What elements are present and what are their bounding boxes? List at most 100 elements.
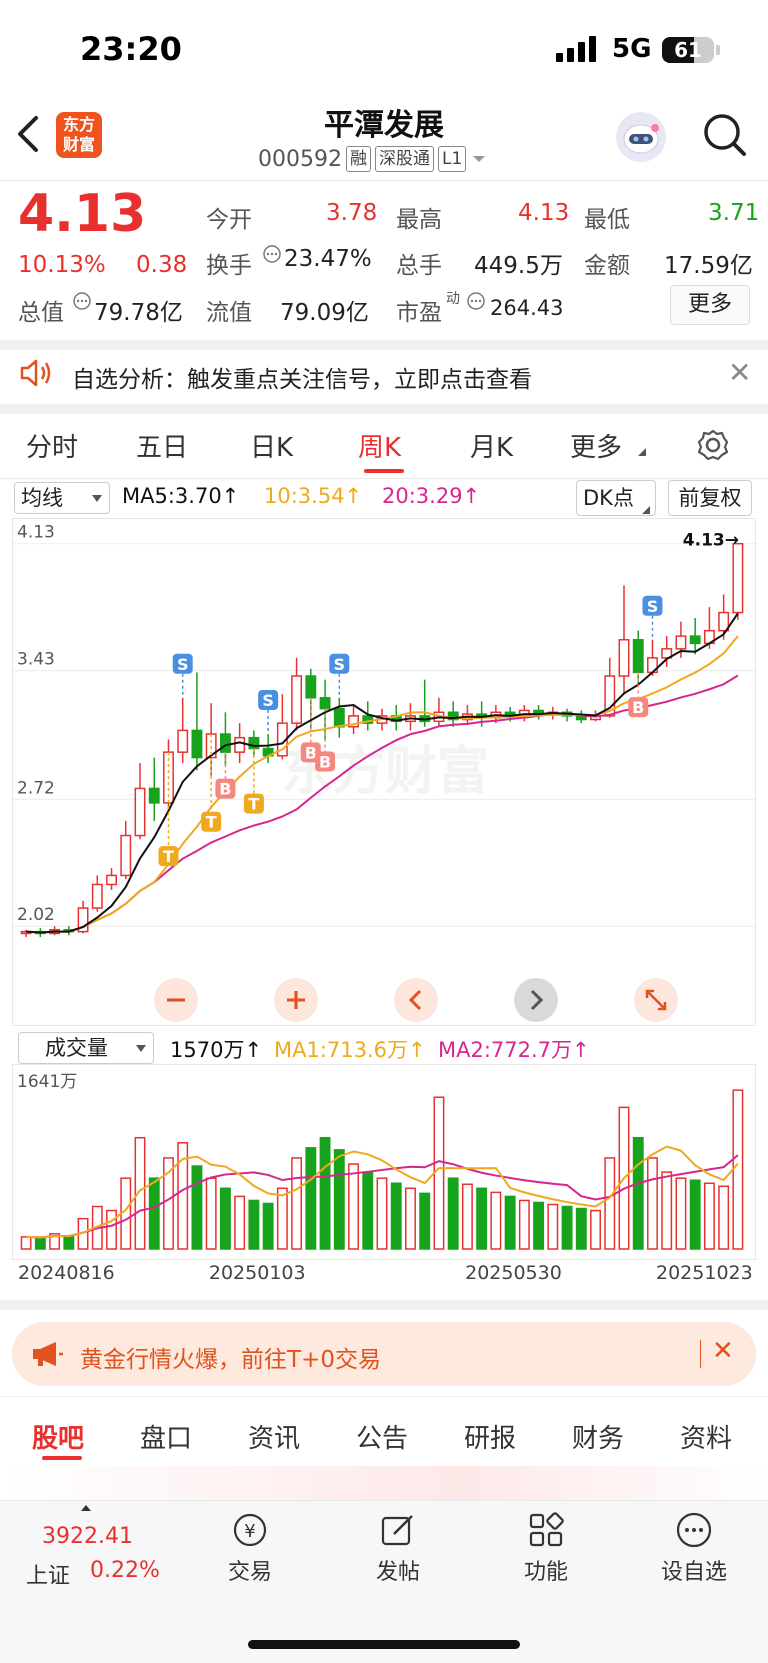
low-value: 3.71 [708, 200, 760, 226]
candle-body [632, 639, 644, 674]
nav-post-label: 发帖 [375, 1560, 420, 1585]
tab-profile[interactable]: 资料 [680, 1418, 732, 1455]
volume-bar [476, 1187, 488, 1250]
volume-bar [148, 1177, 160, 1250]
candle-body [191, 729, 203, 759]
kline-svg: 4.133.432.722.02东方财富STTBSTB BSSB4.13→ [13, 523, 757, 938]
tab-daily[interactable]: 日K [250, 427, 293, 464]
x-tick-label: 20250530 [465, 1262, 562, 1284]
nav-trade[interactable]: ¥ 交易 [205, 1510, 295, 1600]
volume-bar [205, 1177, 217, 1250]
volume-bar [319, 1136, 331, 1250]
nav-watchlist[interactable]: 设自选 [649, 1510, 739, 1600]
candle-body [305, 675, 317, 699]
volume-select[interactable]: 成交量 [18, 1032, 154, 1064]
dk-select[interactable]: DK点 [576, 480, 656, 516]
index-value[interactable]: 3922.41 [42, 1524, 133, 1549]
promo-text: 黄金行情火爆，前往T+0交易 [80, 1347, 381, 1373]
caret-up-icon[interactable] [80, 1504, 92, 1512]
pe-label: 市盈 [396, 300, 442, 326]
tab-finance[interactable]: 财务 [572, 1418, 624, 1455]
search-button[interactable] [700, 110, 748, 162]
fullscreen-button[interactable] [634, 978, 678, 1022]
nav-functions[interactable]: 功能 [501, 1510, 591, 1600]
signal-marker-label: T [206, 813, 217, 832]
high-label: 最高 [396, 207, 442, 233]
tab-five-day[interactable]: 五日 [136, 427, 188, 464]
volume-bar [533, 1201, 545, 1250]
adjust-button[interactable]: 前复权 [668, 480, 752, 516]
x-tick-label: 20251023 [656, 1262, 753, 1284]
volume-bar [504, 1195, 516, 1250]
change-percent: 10.13% [18, 252, 106, 278]
tab-news[interactable]: 资讯 [248, 1418, 300, 1455]
volume-bar [518, 1199, 530, 1250]
tab-intraday[interactable]: 分时 [26, 427, 78, 464]
volume-bar [703, 1182, 715, 1250]
x-tick-label: 20240816 [18, 1262, 115, 1284]
volume-bar [575, 1207, 587, 1250]
open-label: 今开 [206, 207, 252, 233]
volume-bar [191, 1165, 203, 1250]
volume-value: 1570万↑ [170, 1038, 263, 1062]
info-icon[interactable] [262, 244, 282, 264]
info-icon[interactable] [466, 291, 486, 311]
grid-icon [529, 1512, 564, 1547]
amount-label: 金额 [584, 253, 630, 279]
tab-more[interactable]: 更多 [570, 427, 622, 464]
settings-icon[interactable] [696, 428, 730, 462]
volume-chart[interactable]: 1641万 [12, 1064, 756, 1260]
volume-bar [433, 1096, 445, 1250]
candle-body [675, 635, 687, 650]
tab-announcements[interactable]: 公告 [356, 1418, 408, 1455]
tab-monthly[interactable]: 月K [470, 427, 513, 464]
svg-text:¥: ¥ [244, 1521, 255, 1542]
stock-subtitle[interactable]: 000592 融 深股通 L1 [258, 146, 490, 172]
tab-weekly[interactable]: 周K [358, 427, 401, 464]
tab-research[interactable]: 研报 [464, 1418, 516, 1455]
volume-bar [405, 1187, 416, 1250]
volume-bar [490, 1191, 502, 1250]
signal-marker-label: S [647, 597, 659, 616]
ma5-legend: MA5:3.70↑ [122, 484, 240, 508]
close-icon[interactable]: ✕ [728, 356, 751, 389]
y-tick-label: 3.43 [17, 650, 55, 670]
volume-bar [276, 1187, 288, 1250]
close-icon[interactable]: ✕ [712, 1336, 734, 1366]
candle-body [732, 542, 744, 614]
candle-body [120, 834, 132, 877]
volume-bar [647, 1157, 658, 1250]
ma-select[interactable]: 均线 [14, 482, 110, 514]
last-price-label: 4.13→ [683, 531, 739, 551]
alert-message[interactable]: 自选分析：触发重点关注信号，立即点击查看 [72, 360, 532, 394]
trade-icon: ¥ [233, 1513, 267, 1547]
assistant-robot-icon[interactable] [616, 112, 666, 162]
info-icon[interactable] [72, 291, 92, 311]
candle-body [91, 883, 103, 909]
scroll-left-button[interactable] [394, 978, 438, 1022]
home-indicator [248, 1640, 520, 1649]
signal-marker-label: S [177, 655, 189, 674]
kline-chart[interactable]: 4.13 3.43 2.72 2.02 东方财富 S T T B S T B B S S B 4.13→ [12, 518, 757, 1026]
volume-bar [661, 1171, 673, 1250]
tab-forum[interactable]: 股吧 [32, 1418, 84, 1455]
zoom-out-button[interactable] [154, 978, 198, 1022]
volume-bar [106, 1209, 117, 1250]
mktcap-label: 总值 [18, 300, 64, 326]
tab-orderbook[interactable]: 盘口 [140, 1418, 192, 1455]
nav-post[interactable]: 发帖 [353, 1510, 443, 1600]
volume-bar [447, 1177, 459, 1250]
expand-icon [645, 989, 667, 1011]
chevron-left-icon [408, 989, 422, 1011]
x-tick-label: 20250103 [208, 1262, 306, 1284]
index-change: 0.22% [90, 1558, 160, 1583]
more-button[interactable]: 更多 [670, 285, 750, 325]
battery-level: 61 [674, 38, 702, 62]
volume-bar [732, 1089, 744, 1250]
float-label: 流值 [206, 300, 252, 326]
zoom-in-button[interactable] [274, 978, 318, 1022]
signal-marker-label: S [262, 691, 274, 710]
scroll-right-button[interactable] [514, 978, 558, 1022]
corner-triangle-icon [638, 448, 646, 456]
candle-body [689, 635, 701, 645]
